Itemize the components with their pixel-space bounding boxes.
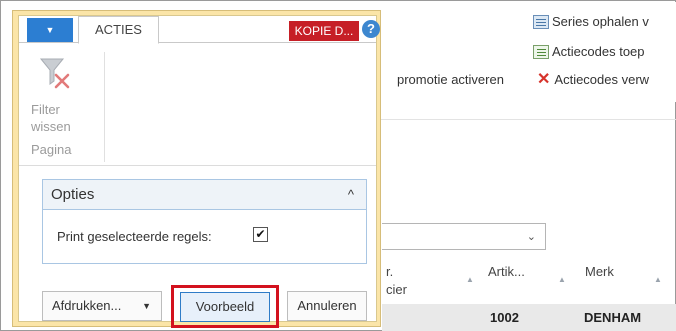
ribbon-bottom-divider (19, 165, 376, 166)
actiecodes-toepassen-label: Actiecodes toep (552, 44, 645, 59)
afdrukken-button[interactable]: Afdrukken... ▼ (42, 291, 162, 321)
sort-icon[interactable]: ▲ (466, 275, 474, 284)
voorbeeld-button[interactable]: Voorbeeld (180, 292, 270, 322)
dropdown-arrow-icon[interactable]: ▼ (142, 292, 151, 320)
options-panel: Opties ^ Print geselecteerde regels: ✔ (42, 179, 367, 264)
background-dropdown[interactable]: ⌄ (382, 223, 546, 250)
column-header-leverancier-line1: r. (386, 264, 394, 279)
sort-icon[interactable]: ▲ (558, 275, 566, 284)
menu-dropdown-button[interactable]: ▼ (27, 18, 73, 42)
kopie-badge: KOPIE D... (289, 21, 359, 41)
chevron-down-icon: ⌄ (526, 231, 536, 243)
afdrukken-label: Afdrukken... (52, 298, 122, 313)
dialog-ribbon: Filter wissen Pagina (19, 44, 376, 166)
background-separator (381, 119, 676, 120)
promotie-activeren-label: promotie activeren (397, 72, 504, 87)
options-title: Opties (51, 186, 95, 203)
print-selected-label: Print geselecteerde regels: (57, 229, 212, 244)
column-header-leverancier[interactable]: r. cier (386, 263, 407, 299)
column-header-artikel[interactable]: Artik... (488, 263, 525, 281)
series-ophalen-action[interactable]: Series ophalen v (533, 14, 649, 29)
filter-wissen-label-line1: Filter (31, 102, 60, 117)
tab-acties[interactable]: ACTIES (78, 16, 159, 44)
options-header[interactable]: Opties ^ (43, 180, 366, 210)
help-icon[interactable]: ? (362, 20, 380, 38)
table-row[interactable]: 1002 DENHAM (382, 304, 676, 331)
column-header-leverancier-line2: cier (386, 282, 407, 297)
collapse-icon[interactable]: ^ (348, 187, 354, 202)
actiecodes-toepassen-action[interactable]: Actiecodes toep (533, 44, 645, 59)
background-ribbon: Series ophalen v Actiecodes toep promoti… (381, 2, 676, 102)
filter-wissen-label-line2: wissen (31, 119, 71, 134)
sort-icon[interactable]: ▲ (654, 275, 662, 284)
promotie-activeren-action[interactable]: promotie activeren (397, 72, 504, 87)
series-ophalen-label: Series ophalen v (552, 14, 649, 29)
artikel-cell: 1002 (490, 310, 519, 325)
dialog-body: ▼ ACTIES KOPIE D... ? Filter wissen Pagi… (18, 15, 380, 328)
actiecodes-verwijderen-action[interactable]: ✕ Actiecodes verw (537, 70, 650, 88)
column-header-merk[interactable]: Merk (585, 263, 614, 281)
merk-cell: DENHAM (584, 310, 642, 325)
actiecodes-icon (533, 44, 549, 59)
ribbon-divider (104, 52, 105, 162)
delete-x-icon: ✕ (537, 70, 551, 88)
dialog-tab-bar: ▼ ACTIES KOPIE D... ? (19, 16, 380, 44)
print-dialog: ▼ ACTIES KOPIE D... ? Filter wissen Pagi… (12, 10, 381, 328)
annuleren-button[interactable]: Annuleren (287, 291, 367, 321)
grid-header: r. cier ▲ Artik... ▲ Merk ▲ (382, 259, 676, 303)
series-icon (533, 14, 549, 29)
screenshot-frame: Series ophalen v Actiecodes toep promoti… (0, 0, 676, 331)
clear-filter-icon (39, 58, 70, 89)
print-selected-checkbox[interactable]: ✔ (253, 227, 268, 242)
actiecodes-verwijderen-label: Actiecodes verw (554, 72, 650, 87)
ribbon-group-label: Pagina (31, 142, 72, 157)
